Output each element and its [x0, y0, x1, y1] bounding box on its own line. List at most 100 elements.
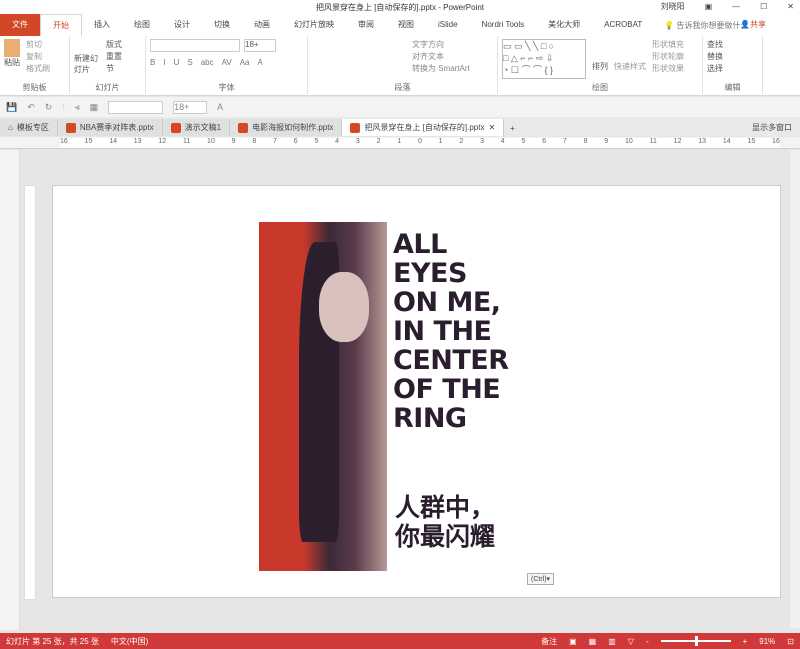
- slide-sorter-icon[interactable]: ▦: [589, 637, 597, 646]
- case-button[interactable]: Aa: [240, 58, 250, 67]
- bold-button[interactable]: B: [150, 58, 155, 67]
- paste-options-button[interactable]: (Ctrl)▾: [527, 573, 555, 585]
- shadow-button[interactable]: S: [187, 58, 192, 67]
- tell-me-search[interactable]: 💡 告诉我你想要做什么: [664, 20, 748, 31]
- tab-review[interactable]: 审阅: [346, 14, 386, 36]
- doc-tab-templates[interactable]: ⌂ 模板专区: [0, 119, 58, 136]
- zoom-slider[interactable]: [660, 636, 731, 646]
- redo-icon[interactable]: ↻: [45, 102, 53, 113]
- qa-font-select[interactable]: [108, 100, 164, 114]
- format-painter-button[interactable]: 格式刷: [26, 63, 50, 75]
- quick-styles-button[interactable]: 快速样式: [614, 39, 646, 79]
- text-direction-button[interactable]: 文字方向: [412, 39, 493, 51]
- group-icon[interactable]: ▦: [90, 102, 99, 113]
- editing-group: 查找 替换 选择 编辑: [703, 36, 763, 94]
- vertical-scrollbar[interactable]: [790, 150, 800, 628]
- reset-button[interactable]: 重置: [106, 51, 122, 63]
- tab-home[interactable]: 开始: [40, 14, 82, 36]
- ruler-tick-label: 13: [133, 138, 142, 145]
- ruler-tick-label: 5: [314, 138, 319, 145]
- tab-draw[interactable]: 绘图: [122, 14, 162, 36]
- multi-window-button[interactable]: 显示多窗口: [744, 119, 800, 136]
- section-button[interactable]: 节: [106, 63, 122, 75]
- clipboard-icon: [4, 39, 20, 57]
- cut-button[interactable]: 剪切: [26, 39, 50, 51]
- find-button[interactable]: 查找: [707, 39, 758, 51]
- shape-outline-button[interactable]: 形状轮廓: [652, 51, 684, 63]
- slideshow-icon[interactable]: ▽: [628, 637, 634, 646]
- select-button[interactable]: 选择: [707, 63, 758, 75]
- align-icon[interactable]: ⫶: [62, 102, 64, 113]
- close-button[interactable]: ✕: [787, 2, 794, 11]
- pptx-icon: [350, 122, 361, 133]
- shapes-gallery[interactable]: ▭ ▭ ╲ ╲ □ ○ □ △ ⌐ ⌐ ⇨ ⇩ ◔ ☐ ⌒ ⌒ { }: [502, 39, 586, 79]
- normal-view-icon[interactable]: ▣: [569, 637, 577, 646]
- save-icon[interactable]: 💾: [6, 102, 17, 113]
- undo-icon[interactable]: ↶: [27, 102, 35, 113]
- tab-file[interactable]: 文件: [0, 14, 40, 36]
- underline-button[interactable]: U: [174, 58, 180, 67]
- ruler-tick-label: 2: [459, 138, 464, 145]
- align-text-button[interactable]: 对齐文本: [412, 51, 493, 63]
- ruler-tick-label: 10: [207, 138, 215, 145]
- maximize-button[interactable]: ☐: [760, 2, 767, 11]
- tab-design[interactable]: 设计: [162, 14, 202, 36]
- ruler-tick-label: 16: [60, 138, 68, 145]
- reading-view-icon[interactable]: ▥: [608, 637, 616, 646]
- fit-slide-icon[interactable]: ⊡: [787, 637, 794, 646]
- italic-button[interactable]: I: [163, 58, 165, 67]
- ruler-tick-label: 16: [772, 138, 780, 145]
- tab-acrobat[interactable]: ACROBAT: [592, 14, 654, 36]
- thumbnail-pane-collapsed[interactable]: [0, 150, 20, 630]
- notes-button[interactable]: 备注: [541, 636, 557, 647]
- english-text-box[interactable]: ALL EYES ON ME, IN THE CENTER OF THE RING: [393, 230, 509, 433]
- zoom-level[interactable]: 91%: [759, 637, 775, 646]
- quick-access-toolbar: 💾 ↶ ↻ ⫶ ⫷ ▦ 18+ A: [0, 97, 800, 117]
- strikethrough-button[interactable]: abc: [201, 58, 214, 67]
- font-color-icon[interactable]: A: [217, 102, 223, 112]
- chinese-text-box[interactable]: 人群中， 你最闪耀: [395, 493, 495, 551]
- close-tab-icon[interactable]: ✕: [488, 123, 495, 132]
- replace-button[interactable]: 替换: [707, 51, 758, 63]
- minimize-button[interactable]: —: [732, 2, 740, 11]
- new-slide-button[interactable]: 新建幻灯片: [74, 39, 100, 75]
- font-size-select[interactable]: 18+: [244, 39, 276, 52]
- doc-tab[interactable]: NBA赛季对阵表.pptx: [57, 119, 163, 136]
- font-color-button[interactable]: A: [257, 58, 262, 67]
- tab-slideshow[interactable]: 幻灯片放映: [282, 14, 346, 36]
- shape-fill-button[interactable]: 形状填充: [652, 39, 684, 51]
- tab-nordri[interactable]: Nordri Tools: [470, 14, 537, 36]
- qa-size-select[interactable]: 18+: [173, 100, 208, 114]
- zoom-thumb[interactable]: [694, 636, 698, 646]
- tab-transitions[interactable]: 切换: [202, 14, 242, 36]
- layout-button[interactable]: 版式: [106, 39, 122, 51]
- tab-insert[interactable]: 插入: [82, 14, 122, 36]
- spacing-button[interactable]: AV: [222, 58, 232, 67]
- doc-tab[interactable]: 电影海报如何制作.pptx: [230, 119, 343, 136]
- language-status[interactable]: 中文(中国): [111, 636, 148, 647]
- arrange-button[interactable]: 排列: [592, 39, 608, 79]
- text-line: CENTER: [393, 345, 509, 376]
- doc-tab-active[interactable]: 把风景穿在身上 [自动保存的].pptx ✕: [342, 119, 505, 136]
- zoom-out-button[interactable]: -: [646, 637, 649, 646]
- tab-islide[interactable]: iSlide: [426, 14, 470, 36]
- portrait-image[interactable]: [259, 222, 387, 571]
- ruler-tick-label: 1: [438, 138, 443, 145]
- smartart-button[interactable]: 转换为 SmartArt: [412, 63, 493, 75]
- user-name[interactable]: 刘晓阳: [661, 1, 685, 12]
- tab-meihua[interactable]: 美化大师: [536, 14, 592, 36]
- paste-button[interactable]: 粘贴: [4, 39, 20, 75]
- pptx-icon: [65, 122, 76, 133]
- ribbon-display-icon[interactable]: ▣: [705, 2, 713, 11]
- vertical-ruler: [24, 185, 36, 600]
- font-name-select[interactable]: [150, 39, 240, 52]
- shape-effects-button[interactable]: 形状效果: [652, 63, 684, 75]
- share-button[interactable]: 👤共享: [740, 19, 766, 30]
- distribute-icon[interactable]: ⫷: [75, 102, 80, 113]
- tab-view[interactable]: 视图: [386, 14, 426, 36]
- zoom-in-button[interactable]: +: [743, 637, 748, 646]
- new-tab-button[interactable]: +: [504, 121, 521, 136]
- copy-button[interactable]: 复制: [26, 51, 50, 63]
- doc-tab[interactable]: 演示文稿1: [162, 119, 231, 136]
- tab-animations[interactable]: 动画: [242, 14, 282, 36]
